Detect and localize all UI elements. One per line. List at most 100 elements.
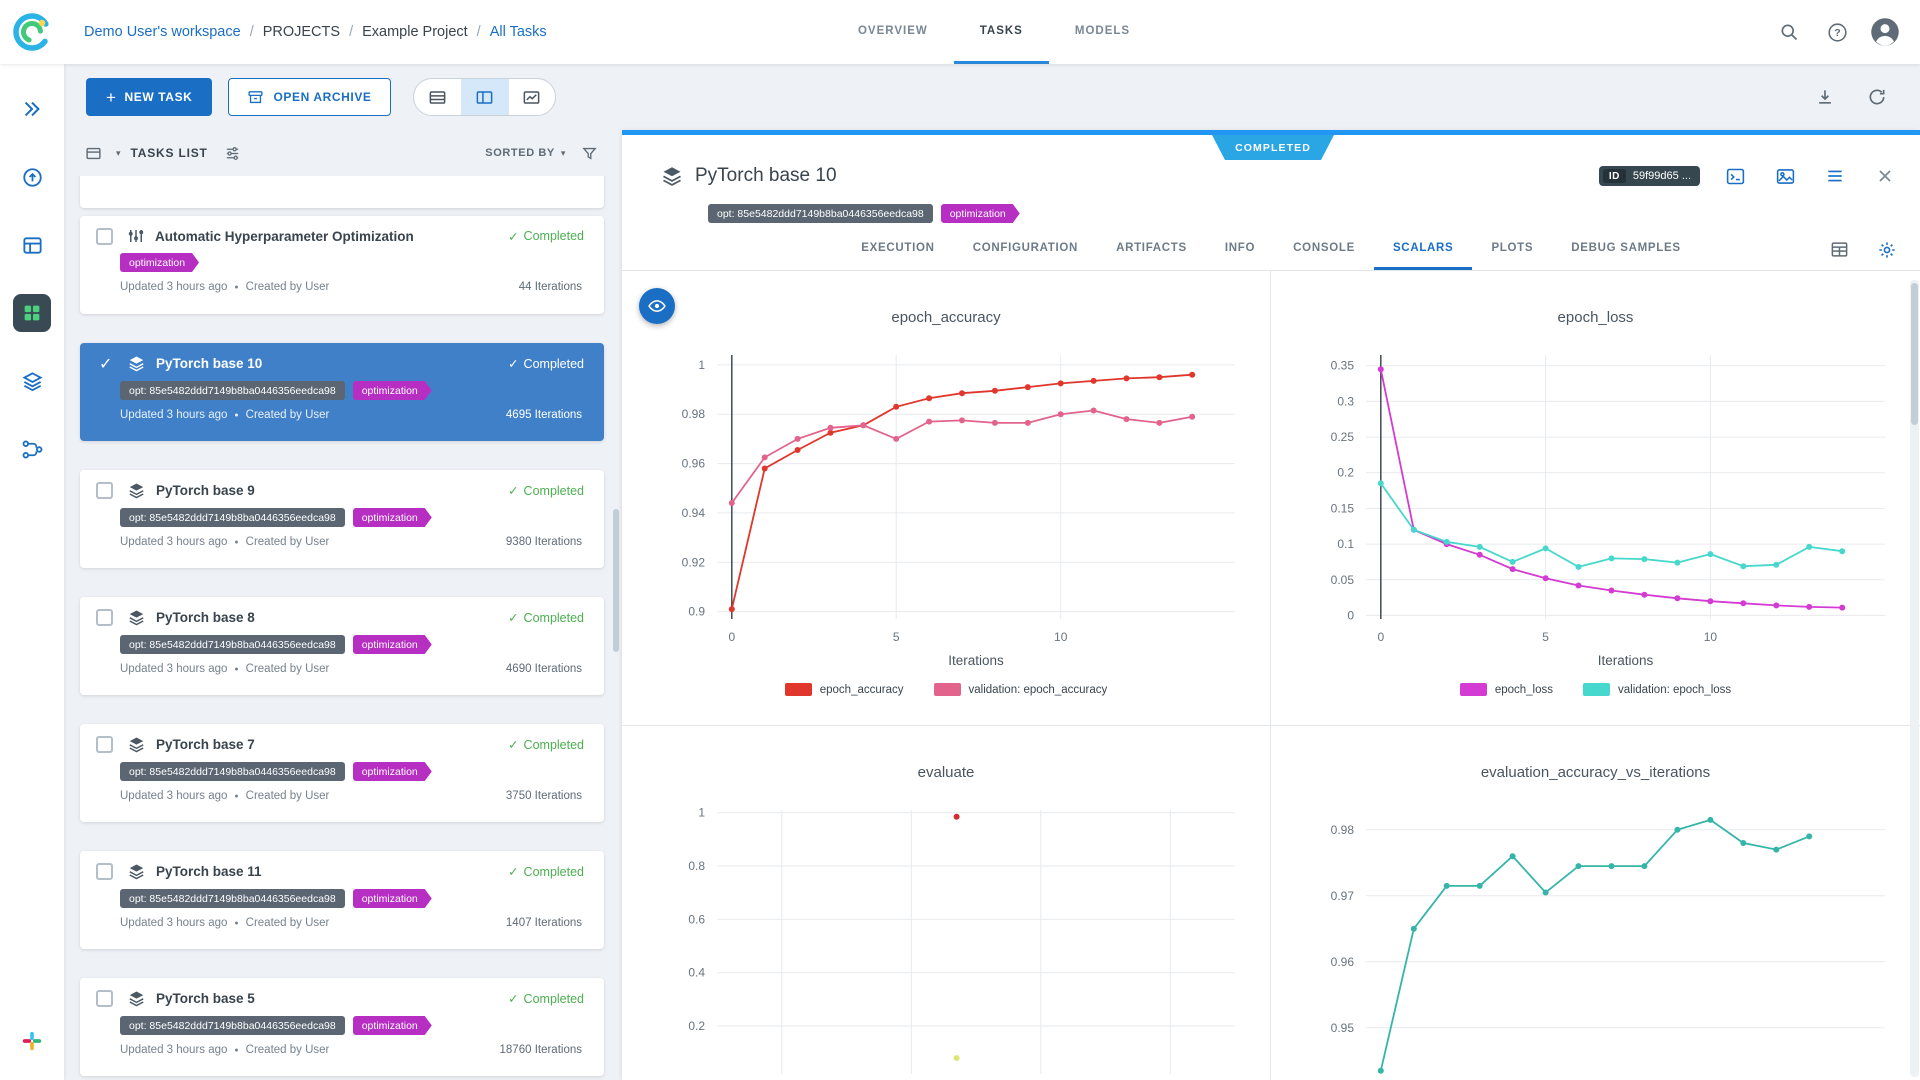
tag-gray[interactable]: opt: 85e5482ddd7149b8ba0446356eedca98	[120, 381, 345, 400]
legend-item[interactable]: validation: epoch_accuracy	[934, 683, 1108, 696]
hide-show-plots-button[interactable]	[639, 288, 675, 324]
details-menu-button[interactable]	[1820, 161, 1850, 191]
detail-scrollbar[interactable]	[1910, 280, 1919, 1077]
header-tab-tasks[interactable]: TASKS	[954, 0, 1049, 64]
tasks-list-scrollbar[interactable]	[613, 509, 619, 652]
breadcrumb-item[interactable]: Example Project	[362, 24, 468, 40]
breadcrumb-item[interactable]: PROJECTS	[263, 24, 340, 40]
close-detail-button[interactable]	[1870, 161, 1900, 191]
tag-magenta[interactable]: optimization	[353, 635, 432, 654]
task-card[interactable]: PyTorch base 9 ✓ Completed opt: 85e5482d…	[80, 470, 604, 568]
detail-tab-console[interactable]: CONSOLE	[1274, 229, 1374, 270]
chart-plot: 0.90.920.940.960.9810510Iterations	[622, 271, 1270, 726]
svg-text:0.2: 0.2	[1337, 466, 1354, 480]
detail-tab-artifacts[interactable]: ARTIFACTS	[1097, 229, 1206, 270]
task-checkbox[interactable]	[96, 990, 113, 1007]
nav-dashboard[interactable]	[13, 158, 51, 196]
sorted-by-button[interactable]: SORTED BY ▾	[485, 147, 566, 159]
console-output-button[interactable]	[1720, 161, 1750, 191]
split-view-button[interactable]	[461, 79, 508, 115]
nav-pipelines[interactable]	[13, 430, 51, 468]
open-archive-button[interactable]: OPEN ARCHIVE	[228, 78, 390, 116]
user-avatar[interactable]	[1866, 13, 1904, 51]
detail-tab-plots[interactable]: PLOTS	[1472, 229, 1552, 270]
task-checkbox[interactable]	[96, 482, 113, 499]
help-button[interactable]: ?	[1818, 13, 1856, 51]
tag-magenta[interactable]: optimization	[353, 508, 432, 527]
task-card[interactable]: Automatic Hyperparameter Optimization ✓ …	[80, 216, 604, 314]
detail-tab-scalars[interactable]: SCALARS	[1374, 229, 1473, 270]
task-card[interactable]: PyTorch base 5 ✓ Completed opt: 85e5482d…	[80, 978, 604, 1076]
legend-item[interactable]: epoch_loss	[1460, 683, 1553, 696]
auto-refresh-button[interactable]	[1858, 78, 1896, 116]
nav-projects[interactable]	[13, 294, 51, 332]
header-tab-models[interactable]: MODELS	[1049, 0, 1156, 64]
image-icon	[1775, 166, 1796, 187]
header-tab-overview[interactable]: OVERVIEW	[832, 0, 954, 64]
task-checkbox[interactable]	[96, 355, 113, 372]
svg-text:0.3: 0.3	[1337, 394, 1354, 408]
tag-gray[interactable]: opt: 85e5482ddd7149b8ba0446356eedca98	[120, 889, 345, 908]
task-created: Created by User	[246, 1044, 330, 1056]
check-icon: ✓	[508, 991, 518, 1006]
debug-images-button[interactable]	[1770, 161, 1800, 191]
detail-tab-debug-samples[interactable]: DEBUG SAMPLES	[1552, 229, 1699, 270]
new-task-button[interactable]: + NEW TASK	[86, 78, 212, 116]
scalars-charts-grid: 0.90.920.940.960.9810510Iterationsepoch_…	[622, 271, 1920, 1080]
breadcrumb-item[interactable]: Demo User's workspace	[84, 24, 241, 40]
tag-magenta[interactable]: optimization	[120, 253, 199, 272]
metrics-table-button[interactable]	[1824, 235, 1854, 265]
breadcrumb-item[interactable]: All Tasks	[490, 24, 547, 40]
task-checkbox[interactable]	[96, 736, 113, 753]
legend-item[interactable]: epoch_accuracy	[785, 683, 904, 696]
tag-gray[interactable]: opt: 85e5482ddd7149b8ba0446356eedca98	[120, 508, 345, 527]
detail-scrollbar-thumb[interactable]	[1911, 283, 1918, 425]
search-button[interactable]	[1770, 13, 1808, 51]
list-settings-button[interactable]	[220, 140, 246, 166]
tag-magenta[interactable]: optimization	[353, 762, 432, 781]
detail-tab-info[interactable]: INFO	[1206, 229, 1274, 270]
caret-down-icon[interactable]: ▾	[116, 148, 121, 159]
nav-getting-started[interactable]	[13, 90, 51, 128]
task-card[interactable]: PyTorch base 10 ✓ Completed opt: 85e5482…	[80, 343, 604, 441]
nav-datasets[interactable]	[13, 362, 51, 400]
list-view-mode-button[interactable]	[80, 140, 106, 166]
tag-gray[interactable]: opt: 85e5482ddd7149b8ba0446356eedca98	[708, 204, 933, 223]
caret-down-icon: ▾	[561, 148, 566, 159]
task-checkbox[interactable]	[96, 609, 113, 626]
clearml-logo[interactable]	[0, 0, 64, 64]
check-icon: ✓	[508, 483, 518, 498]
sorted-by-label: SORTED BY	[485, 147, 555, 159]
tag-gray[interactable]: opt: 85e5482ddd7149b8ba0446356eedca98	[120, 1016, 345, 1035]
task-id-badge[interactable]: ID 59f99d65 ...	[1599, 166, 1700, 186]
detail-tab-configuration[interactable]: CONFIGURATION	[954, 229, 1097, 270]
detail-tab-execution[interactable]: EXECUTION	[842, 229, 953, 270]
tag-magenta[interactable]: optimization	[353, 1016, 432, 1035]
tag-magenta[interactable]: optimization	[941, 204, 1020, 223]
slack-link[interactable]	[13, 1022, 51, 1060]
task-checkbox[interactable]	[96, 863, 113, 880]
svg-text:?: ?	[1834, 27, 1840, 39]
filter-button[interactable]	[576, 140, 602, 166]
tag-gray[interactable]: opt: 85e5482ddd7149b8ba0446356eedca98	[120, 635, 345, 654]
tag-magenta[interactable]: optimization	[353, 381, 432, 400]
task-card-partial[interactable]	[80, 176, 604, 208]
avatar-icon	[1870, 17, 1900, 47]
task-status: ✓ Completed	[508, 356, 588, 371]
task-checkbox[interactable]	[96, 228, 113, 245]
table-view-button[interactable]	[414, 79, 461, 115]
task-card[interactable]: PyTorch base 7 ✓ Completed opt: 85e5482d…	[80, 724, 604, 822]
scalars-settings-button[interactable]	[1872, 235, 1902, 265]
task-meta: Updated 3 hours ago ● Created by User 46…	[120, 663, 588, 675]
close-icon	[1875, 166, 1895, 186]
tag-magenta[interactable]: optimization	[353, 889, 432, 908]
legend-item[interactable]: validation: epoch_loss	[1583, 683, 1731, 696]
task-status: ✓ Completed	[508, 483, 588, 498]
bullet-separator: ●	[234, 539, 238, 546]
task-card[interactable]: PyTorch base 8 ✓ Completed opt: 85e5482d…	[80, 597, 604, 695]
download-button[interactable]	[1806, 78, 1844, 116]
task-card[interactable]: PyTorch base 11 ✓ Completed opt: 85e5482…	[80, 851, 604, 949]
tag-gray[interactable]: opt: 85e5482ddd7149b8ba0446356eedca98	[120, 762, 345, 781]
chart-view-button[interactable]	[508, 79, 555, 115]
nav-reports[interactable]	[13, 226, 51, 264]
